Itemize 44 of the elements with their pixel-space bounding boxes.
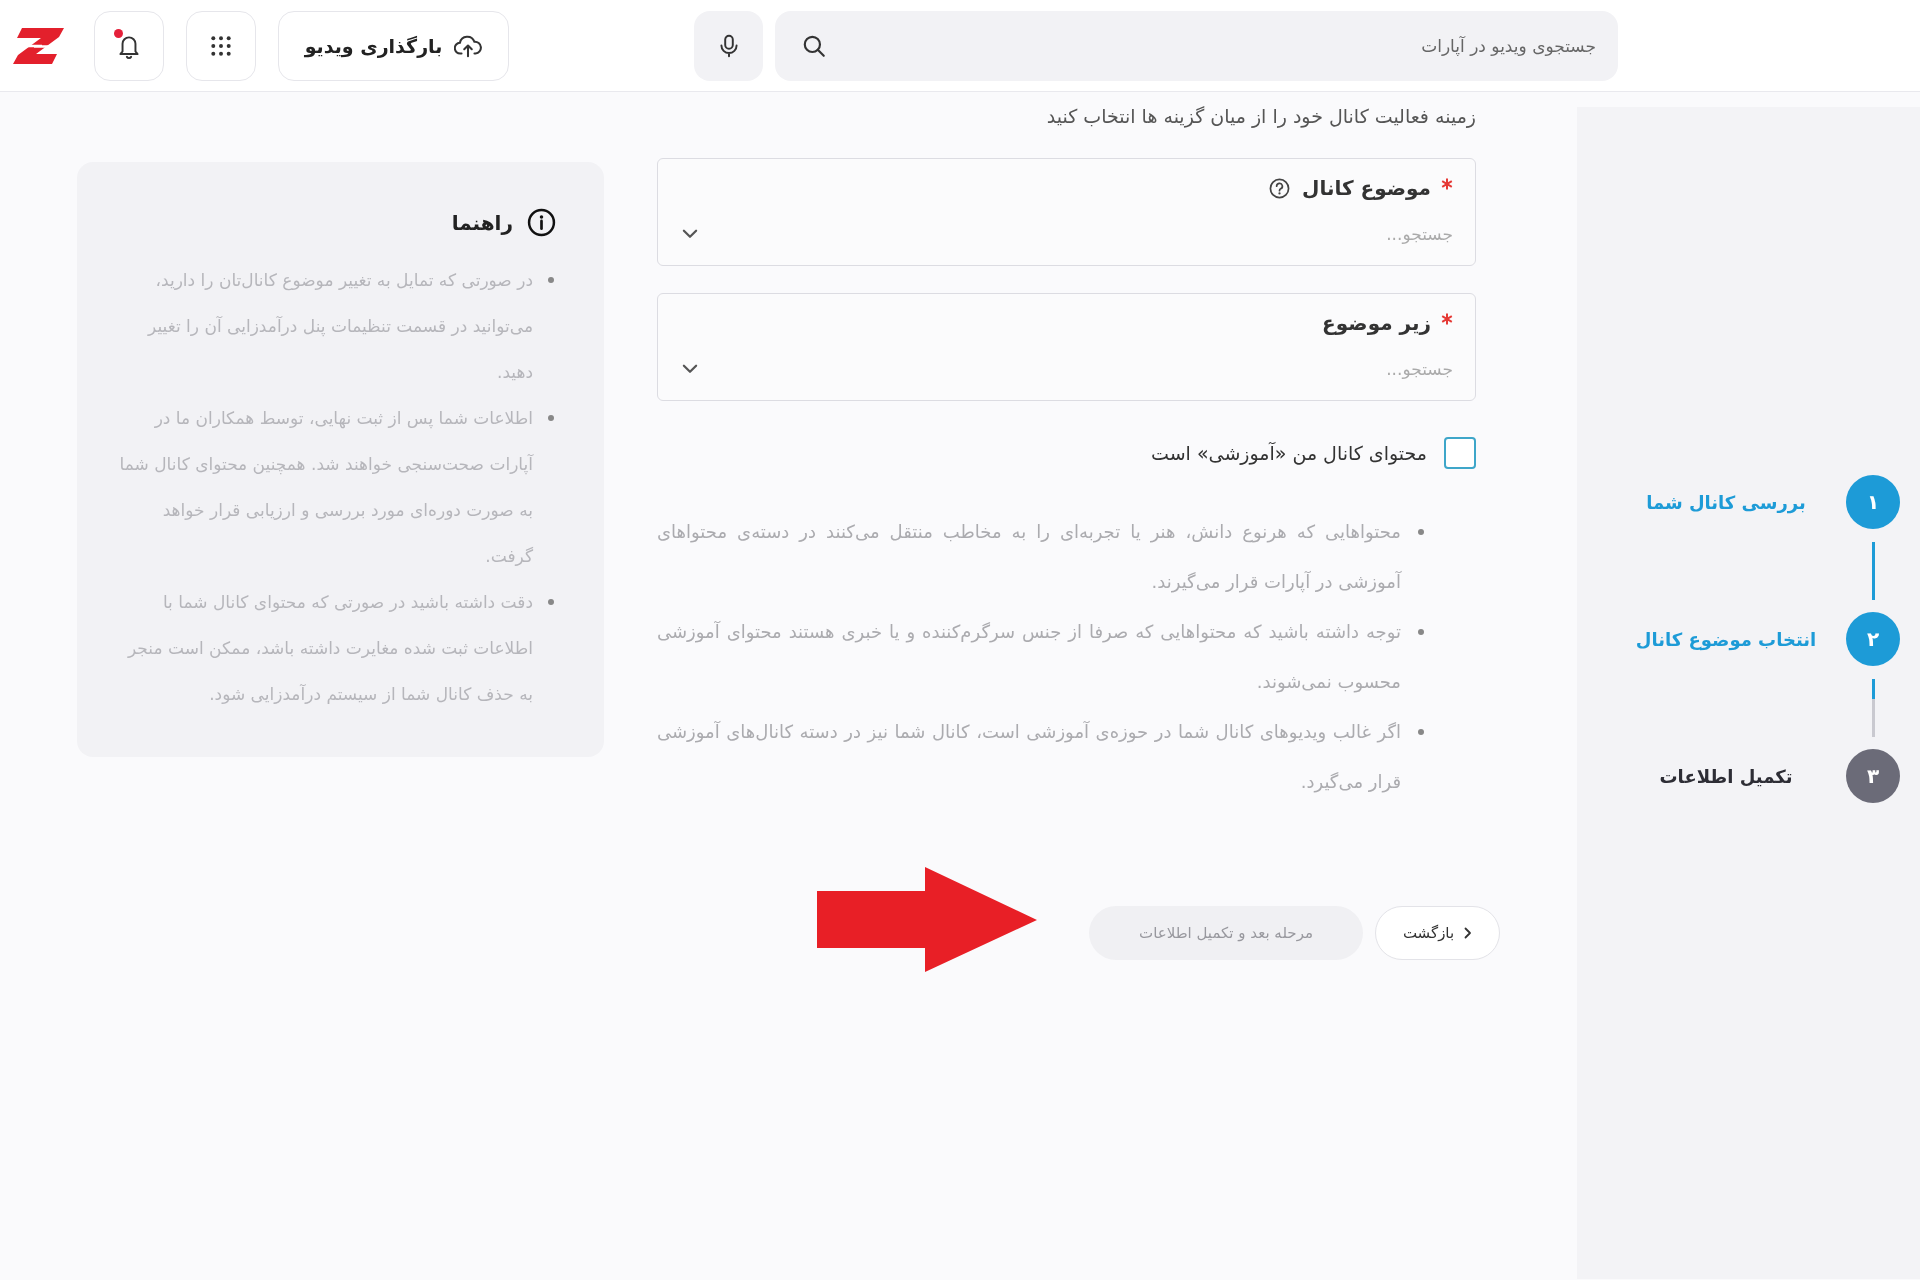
apps-button[interactable] — [186, 10, 256, 81]
chevron-down-icon[interactable] — [682, 364, 698, 374]
step-number: ۲ — [1846, 612, 1900, 666]
step-label: تکمیل اطلاعات — [1658, 765, 1794, 787]
bullet-icon — [1418, 629, 1424, 635]
step-button[interactable]: بازگشت — [1375, 905, 1500, 960]
bullet-icon — [548, 599, 554, 605]
guide-text: دقت داشته باشید در صورتی که محتوای کانال شما با اطلاعات ثبت شده مغایرت داشته باشد، ممکن است منجر به حذف کانال شما از سیستم درآمدزایی شود. — [126, 591, 533, 706]
dropdown-field[interactable]: موضوع کانال جستجو... — [657, 158, 1476, 266]
chevron-down-icon[interactable] — [682, 229, 698, 239]
info-icon — [527, 208, 556, 237]
bullet-icon — [1418, 529, 1424, 535]
step-connector — [1871, 678, 1875, 737]
bullet-icon — [548, 415, 554, 421]
dropdown-search-input[interactable]: جستجو... — [698, 221, 1453, 247]
field-label: زیر موضوع — [1322, 311, 1431, 335]
bullet-icon — [548, 277, 554, 283]
step-number: ۳ — [1846, 749, 1900, 803]
dropdown-field[interactable]: زیر موضوع جستجو... — [657, 293, 1476, 401]
checkbox-label[interactable]: محتوای کانال من «آموزشی» است — [1151, 442, 1427, 464]
field-label: موضوع کانال — [1302, 176, 1431, 200]
chevron-right-icon — [1464, 926, 1473, 939]
step-connector — [1871, 541, 1875, 600]
note-text: توجه داشته باشید که محتواهایی که صرفا از جنس سرگرم‌کننده و یا خبری هستند محتوای آموزشی محسوب نمی‌شوند. — [657, 620, 1401, 695]
guide-text: در صورتی که تمایل به تغییر موضوع کانال‌تان را دارید، می‌توانید در قسمت تنظیمات پنل درآمدزایی آن را تغییر دهید. — [146, 269, 533, 384]
step-number: ۱ — [1846, 475, 1900, 529]
note-text: محتواهایی که هرنوع دانش، هنر یا تجربه‌ای را به مخاطب منتقل می‌کنند در دسته‌ی محتواهای آموزشی در آپارات قرار می‌گیرند. — [657, 520, 1401, 595]
step-label: انتخاب موضوع کانال — [1634, 628, 1818, 650]
instruction-text: زمینه فعالیت کانال خود را از میان گزینه ها انتخاب کنید — [1045, 104, 1476, 130]
upload-button[interactable]: بارگذاری ویدیو — [278, 10, 509, 81]
search-field[interactable]: جستجوی ویدیو در آپارات — [775, 10, 1618, 81]
notifications-button[interactable] — [94, 10, 164, 81]
voice-search-button[interactable] — [694, 10, 763, 81]
dropdown-search-input[interactable]: جستجو... — [698, 356, 1453, 382]
note-text: اگر غالب ویدیوهای کانال شما در حوزه‌ی آموزشی است، کانال شما نیز در دسته کانال‌های آموزشی قرار می‌گیرد. — [657, 720, 1401, 795]
search-input[interactable]: جستجوی ویدیو در آپارات — [827, 31, 1596, 60]
cloud-upload-icon — [454, 33, 483, 58]
help-icon[interactable] — [1269, 177, 1291, 199]
bullet-icon — [1418, 729, 1424, 735]
guide-title: راهنما — [451, 210, 513, 235]
guide-text: اطلاعات شما پس از ثبت نهایی، توسط همکاران ما در آپارات صحت‌سنجی خواهند شد. همچنین محتوای کانال شما به صورت دوره‌ای مورد بررسی و ارزیابی قرار خواهد گرفت. — [118, 407, 533, 568]
step-label: بررسی کانال شما — [1645, 491, 1807, 513]
checkbox[interactable] — [1444, 437, 1476, 469]
grid-icon — [210, 34, 232, 57]
